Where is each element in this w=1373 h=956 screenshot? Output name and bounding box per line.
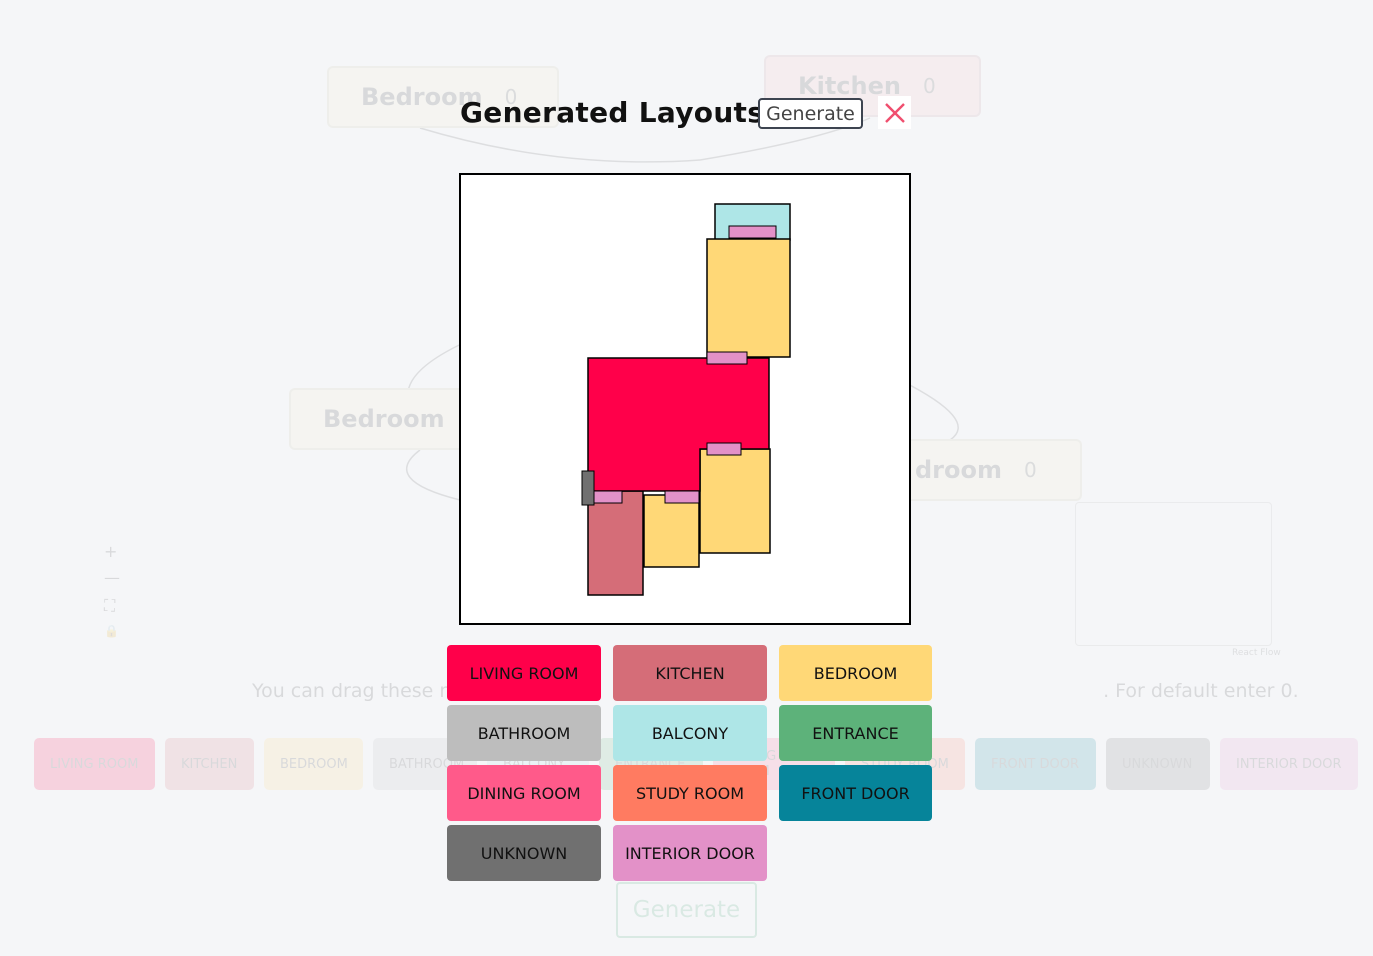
legend-item-bathroom: BATHROOM — [447, 705, 601, 761]
zoom-in-icon[interactable]: + — [104, 542, 117, 561]
bg-chip-bedroom[interactable]: BEDROOM — [264, 738, 363, 790]
bg-node-bedroom-2[interactable]: Bedroom 0 — [289, 388, 481, 450]
interior-door-2 — [706, 351, 748, 365]
room-color-legend: LIVING ROOM KITCHEN BEDROOM BATHROOM BALCONY… — [447, 645, 932, 881]
room-bedroom-bottom-left — [643, 494, 700, 568]
close-icon — [884, 102, 905, 123]
zoom-out-icon[interactable]: — — [104, 568, 120, 587]
close-button[interactable] — [878, 96, 911, 129]
legend-item-unknown: UNKNOWN — [447, 825, 601, 881]
room-bedroom-top — [706, 238, 791, 358]
front-door — [581, 470, 595, 506]
minimap-attribution: React Flow — [1232, 648, 1281, 658]
floorplan-canvas — [459, 173, 911, 625]
legend-item-kitchen: KITCHEN — [613, 645, 767, 701]
room-bedroom-bottom-right — [699, 448, 771, 554]
floorplan-drawing — [581, 203, 791, 596]
interior-door-5 — [664, 490, 700, 504]
interior-door-3 — [706, 442, 742, 456]
legend-item-interior-door: INTERIOR DOOR — [613, 825, 767, 881]
legend-item-balcony: BALCONY — [613, 705, 767, 761]
bg-chip-living-room[interactable]: LIVING ROOM — [34, 738, 155, 790]
interior-door-1 — [728, 225, 777, 239]
minimap[interactable] — [1075, 502, 1272, 646]
room-kitchen — [587, 490, 644, 596]
bg-node-bedroom-3[interactable]: droom 0 — [905, 439, 1082, 501]
interior-door-4 — [591, 490, 623, 504]
legend-item-study-room: STUDY ROOM — [613, 765, 767, 821]
bg-chip-front-door[interactable]: FRONT DOOR — [975, 738, 1096, 790]
bg-chip-unknown[interactable]: UNKNOWN — [1106, 738, 1210, 790]
legend-item-living-room: LIVING ROOM — [447, 645, 601, 701]
legend-item-entrance: ENTRANCE — [779, 705, 932, 761]
modal-title: Generated Layouts — [460, 96, 765, 129]
legend-item-dining-room: DINING ROOM — [447, 765, 601, 821]
bg-generate-button[interactable]: Generate — [616, 882, 757, 938]
legend-item-front-door: FRONT DOOR — [779, 765, 932, 821]
lock-icon[interactable]: 🔒 — [104, 624, 119, 638]
bg-chip-kitchen[interactable]: KITCHEN — [165, 738, 254, 790]
generate-button[interactable]: Generate — [758, 98, 863, 129]
fit-view-icon[interactable]: ⛶ — [104, 596, 115, 616]
legend-item-bedroom: BEDROOM — [779, 645, 932, 701]
bg-chip-interior-door[interactable]: INTERIOR DOOR — [1220, 738, 1358, 790]
